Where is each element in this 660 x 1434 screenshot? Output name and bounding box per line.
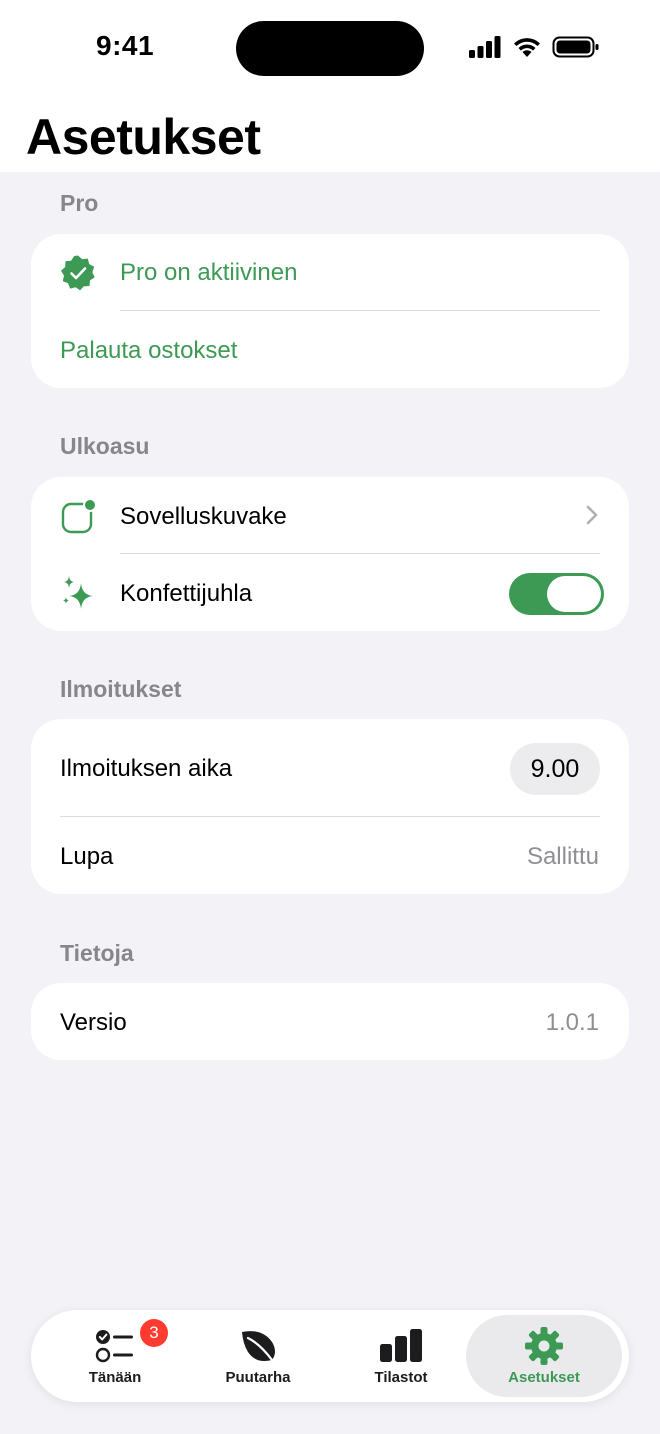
- notification-time-picker[interactable]: 9.00: [510, 743, 600, 795]
- chevron-right-icon: [586, 505, 598, 525]
- status-time: 9:41: [96, 30, 155, 61]
- status-bar: 9:41: [0, 0, 660, 96]
- app-icon-label: Sovelluskuvake: [120, 503, 287, 530]
- sparkles-icon: [63, 576, 93, 609]
- battery-icon: [552, 36, 599, 58]
- tab-today-label: Tänään: [88, 1369, 142, 1386]
- appearance-card: Sovelluskuvake Konfettijuhla: [31, 477, 629, 631]
- confetti-label: Konfettijuhla: [120, 580, 253, 607]
- tab-stats[interactable]: Tilastot: [326, 1310, 476, 1402]
- cellular-signal-icon: [469, 36, 501, 58]
- tab-settings[interactable]: Asetukset: [469, 1310, 619, 1402]
- verified-badge-icon: [61, 255, 95, 291]
- section-header-notifications: Ilmoitukset: [60, 676, 182, 702]
- pro-active-row: Pro on aktiivinen: [31, 234, 629, 311]
- version-row: Versio 1.0.1: [31, 983, 629, 1060]
- app-icon-row[interactable]: Sovelluskuvake: [31, 477, 629, 554]
- toggle-knob: [547, 576, 601, 612]
- leaf-icon: [242, 1331, 275, 1362]
- bar-chart-icon: [380, 1329, 422, 1362]
- about-card: Versio 1.0.1: [31, 983, 629, 1060]
- app-icon-icon: [61, 498, 97, 534]
- notification-time-row: Ilmoituksen aika 9.00: [31, 719, 629, 816]
- pro-card: Pro on aktiivinen Palauta ostokset: [31, 234, 629, 388]
- today-badge: 3: [140, 1319, 168, 1347]
- tab-bar: 3 Tänään Puutarha Tilastot Asetukset: [31, 1310, 629, 1402]
- dynamic-island: [236, 21, 424, 76]
- page-title: Asetukset: [26, 109, 261, 165]
- section-header-pro: Pro: [60, 190, 99, 216]
- version-label: Versio: [60, 1009, 127, 1036]
- confetti-toggle[interactable]: [509, 573, 604, 615]
- tab-settings-label: Asetukset: [508, 1369, 580, 1386]
- permission-row: Lupa Sallittu: [31, 817, 629, 894]
- tab-garden[interactable]: Puutarha: [183, 1310, 333, 1402]
- version-value: 1.0.1: [545, 1009, 599, 1036]
- pro-active-label: Pro on aktiivinen: [120, 259, 298, 286]
- wifi-icon: [514, 38, 540, 57]
- permission-value: Sallittu: [526, 843, 599, 870]
- restore-purchases-label: Palauta ostokset: [60, 337, 238, 364]
- section-header-about: Tietoja: [60, 940, 134, 966]
- section-header-appearance: Ulkoasu: [60, 433, 150, 459]
- notifications-card: Ilmoituksen aika 9.00 Lupa Sallittu: [31, 719, 629, 894]
- tab-today[interactable]: 3 Tänään: [40, 1310, 190, 1402]
- notification-time-label: Ilmoituksen aika: [60, 755, 233, 782]
- restore-purchases-button[interactable]: Palauta ostokset: [31, 311, 629, 388]
- tab-garden-label: Puutarha: [225, 1369, 291, 1386]
- permission-label: Lupa: [60, 843, 114, 870]
- gear-icon: [525, 1327, 563, 1365]
- tab-stats-label: Tilastot: [374, 1369, 428, 1386]
- status-icons: [468, 35, 600, 61]
- checklist-icon: [95, 1330, 133, 1363]
